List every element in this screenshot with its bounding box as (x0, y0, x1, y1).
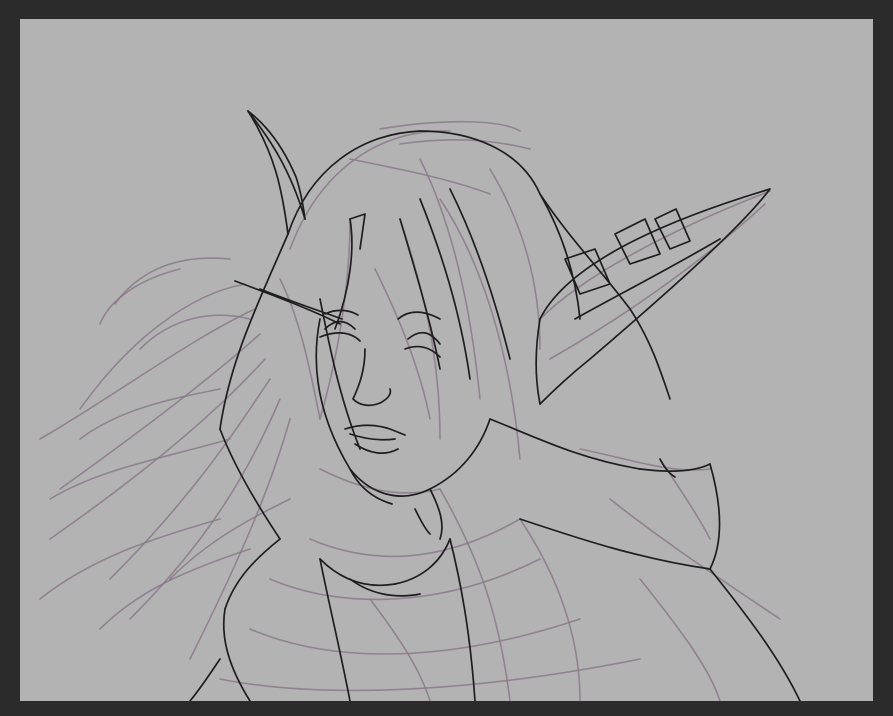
drawing-canvas[interactable] (20, 19, 873, 701)
workspace-area (0, 0, 893, 716)
rough-sketch-layer (39, 120, 781, 701)
ink-lineart-layer (189, 110, 801, 701)
sketch-artwork (39, 110, 801, 701)
